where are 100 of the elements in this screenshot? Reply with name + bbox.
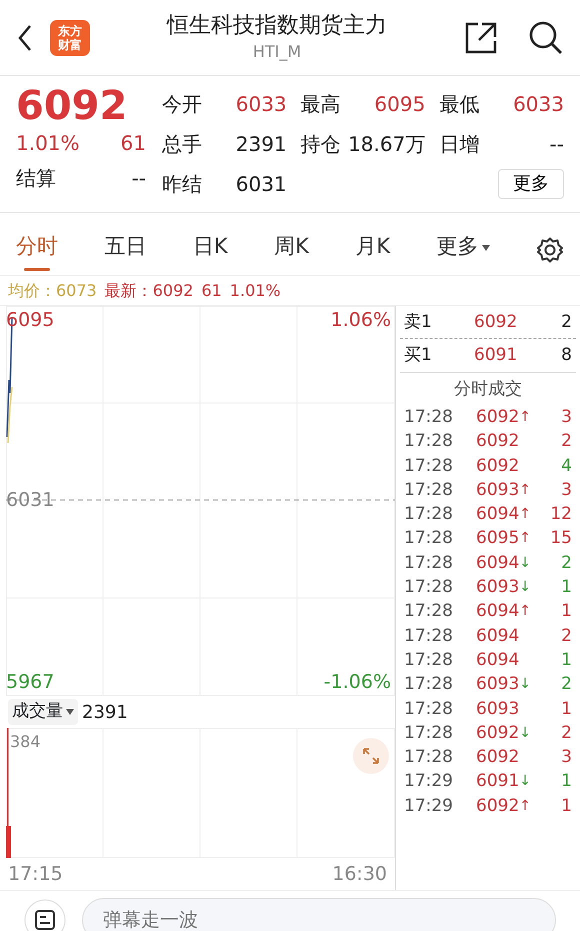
app-logo: 东方 财富 bbox=[50, 20, 90, 56]
comment-icon[interactable] bbox=[24, 898, 66, 931]
trade-price: 6092 bbox=[476, 794, 520, 818]
section-title: 分时成交 bbox=[400, 372, 576, 405]
trade-volume: 2 bbox=[561, 430, 572, 454]
trade-volume: 3 bbox=[561, 478, 572, 502]
trade-volume: 2 bbox=[561, 552, 572, 575]
trade-volume: 4 bbox=[561, 454, 572, 478]
trade-price: 6093 bbox=[476, 698, 520, 721]
trade-price: 6094 bbox=[476, 624, 520, 648]
time-label: 17:15 bbox=[8, 862, 63, 887]
trend-arrow: ↓ bbox=[519, 554, 531, 573]
chart-tab[interactable]: 月K bbox=[355, 231, 390, 269]
trade-price: 6095 bbox=[476, 527, 520, 550]
axis-label: 6095 bbox=[6, 308, 54, 332]
trade-price: 6093 bbox=[476, 576, 520, 600]
stat-label: 今开 bbox=[162, 91, 202, 118]
trade-volume: 3 bbox=[561, 406, 572, 429]
trade-volume: 3 bbox=[561, 746, 572, 770]
expand-icon[interactable] bbox=[353, 738, 389, 774]
axis-label: 5967 bbox=[6, 670, 54, 694]
stat-value: 6095 bbox=[374, 91, 426, 118]
trade-time: 17:28 bbox=[404, 673, 454, 696]
stat-label: 持仓 bbox=[300, 131, 341, 158]
trade-price: 6092 bbox=[476, 746, 520, 770]
trade-price: 6092 bbox=[476, 454, 520, 478]
trade-volume: 1 bbox=[561, 576, 572, 600]
last-price: 6092 bbox=[16, 84, 128, 128]
book-label: 卖1 bbox=[404, 310, 433, 334]
share-icon[interactable] bbox=[464, 20, 498, 54]
trade-time: 17:28 bbox=[404, 430, 454, 454]
trade-price: 6093 bbox=[476, 478, 520, 502]
trade-time: 17:28 bbox=[404, 746, 454, 770]
trade-time: 17:28 bbox=[404, 478, 454, 502]
trade-time: 17:28 bbox=[404, 527, 454, 550]
trend-arrow: ↓ bbox=[519, 675, 531, 694]
chart-tab[interactable]: 周K bbox=[274, 231, 309, 269]
stat-value: 6033 bbox=[236, 91, 287, 118]
chart-tab[interactable]: 分时 bbox=[16, 231, 58, 269]
comment-field[interactable]: 弹幕走一波 bbox=[82, 898, 556, 931]
trend-arrow: ↑ bbox=[519, 796, 531, 816]
trade-volume: 2 bbox=[561, 673, 572, 696]
stat-value: -- bbox=[550, 131, 564, 158]
chart-tab[interactable]: 日K bbox=[192, 231, 228, 269]
trade-volume: 1 bbox=[561, 600, 572, 624]
stat-value: -- bbox=[132, 165, 146, 192]
chart-tab[interactable]: 五日 bbox=[104, 231, 146, 269]
back-icon[interactable] bbox=[16, 24, 34, 52]
stat-label: 最低 bbox=[439, 91, 480, 118]
instrument-code: HTI_M bbox=[252, 40, 302, 63]
axis-label: 1.06% bbox=[330, 308, 391, 332]
chart-tab[interactable]: 更多 bbox=[436, 231, 490, 269]
trade-time: 17:28 bbox=[404, 454, 454, 478]
trade-price: 6094 bbox=[476, 552, 520, 575]
trade-time: 17:28 bbox=[404, 503, 454, 526]
trend-arrow: ↑ bbox=[519, 505, 531, 524]
trade-time: 17:28 bbox=[404, 406, 454, 429]
trade-volume: 1 bbox=[561, 794, 572, 818]
axis-label: -1.06% bbox=[324, 670, 391, 694]
trend-arrow: ↓ bbox=[519, 772, 531, 792]
book-label: 买1 bbox=[404, 344, 433, 368]
settings-icon[interactable] bbox=[536, 236, 564, 264]
axis-label: 6031 bbox=[6, 488, 54, 512]
indicator-dropdown[interactable]: 成交量 bbox=[8, 699, 78, 725]
trade-time: 17:28 bbox=[404, 576, 454, 600]
trade-price: 6092 bbox=[476, 722, 520, 745]
trade-time: 17:28 bbox=[404, 552, 454, 575]
trade-volume: 12 bbox=[550, 503, 572, 526]
change-percent: 1.01% bbox=[16, 130, 80, 157]
stat-label: 昨结 bbox=[162, 171, 202, 198]
time-label: 16:30 bbox=[332, 862, 387, 887]
trade-volume: 2 bbox=[561, 722, 572, 745]
average-price: 均价：6073 bbox=[8, 280, 97, 302]
trade-time: 17:28 bbox=[404, 698, 454, 721]
trade-time: 17:28 bbox=[404, 600, 454, 624]
trade-time: 17:28 bbox=[404, 648, 454, 672]
stat-label: 结算 bbox=[16, 165, 56, 192]
stat-value: 6031 bbox=[236, 171, 287, 198]
trend-arrow: ↑ bbox=[519, 408, 531, 427]
trade-price: 6091 bbox=[476, 770, 520, 794]
trade-time: 17:28 bbox=[404, 722, 454, 745]
trend-arrow: ↑ bbox=[519, 480, 531, 500]
search-icon[interactable] bbox=[528, 20, 564, 56]
book-price: 6091 bbox=[474, 344, 518, 368]
trade-volume: 1 bbox=[561, 698, 572, 721]
axis-label: 384 bbox=[10, 731, 41, 753]
stat-label: 最高 bbox=[300, 91, 341, 118]
more-button[interactable]: 更多 bbox=[498, 169, 564, 199]
average-line bbox=[7, 386, 13, 444]
trade-volume: 1 bbox=[561, 648, 572, 672]
change-value: 61 bbox=[120, 130, 146, 157]
page-title: 恒生科技指数期货主力 bbox=[166, 12, 388, 40]
trade-price: 6094 bbox=[476, 648, 520, 672]
trade-volume: 2 bbox=[561, 624, 572, 648]
stat-value: 6033 bbox=[513, 91, 564, 118]
book-volume: 2 bbox=[561, 310, 572, 334]
trend-arrow: ↓ bbox=[519, 724, 531, 743]
trend-arrow: ↓ bbox=[519, 578, 531, 598]
trend-arrow: ↑ bbox=[519, 602, 531, 622]
trade-price: 6094 bbox=[476, 600, 520, 624]
